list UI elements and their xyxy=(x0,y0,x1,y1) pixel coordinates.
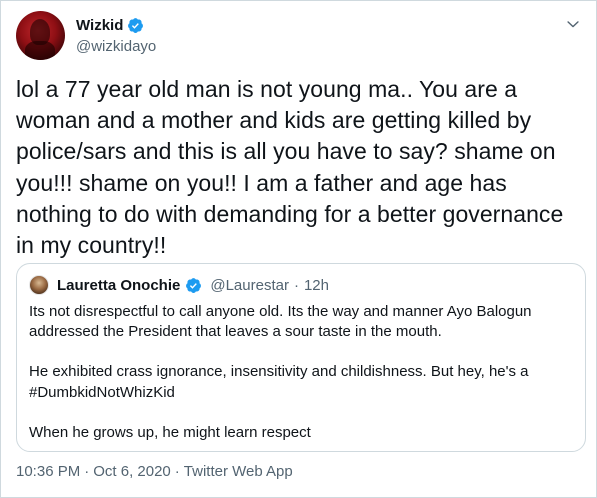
quote-paragraph: He exhibited crass ignorance, insensitiv… xyxy=(29,363,529,401)
quote-handle: @Laurestar xyxy=(210,276,289,294)
quote-header: Lauretta Onochie @Laurestar · 12h xyxy=(29,275,329,295)
tweet-header: Wizkid @wizkidayo xyxy=(16,11,584,63)
quote-display-name: Lauretta Onochie xyxy=(57,276,181,294)
verified-badge-icon xyxy=(185,277,202,294)
display-name[interactable]: Wizkid xyxy=(76,17,123,34)
quote-paragraph: When he grows up, he might learn respect xyxy=(29,423,311,441)
quote-text: Its not disrespectful to call anyone old… xyxy=(29,302,577,443)
tweet-card: Wizkid @wizkidayo lol a 77 year old man … xyxy=(0,0,597,498)
chevron-down-icon[interactable] xyxy=(562,13,584,35)
author-names: Wizkid @wizkidayo xyxy=(76,15,156,56)
quote-paragraph: Its not disrespectful to call anyone old… xyxy=(29,303,532,341)
verified-badge-icon xyxy=(127,17,144,34)
tweet-text: lol a 77 year old man is not young ma.. … xyxy=(16,76,570,259)
handle[interactable]: @wizkidayo xyxy=(76,38,156,55)
tweet-footer: 10:36 PM · Oct 6, 2020 · Twitter Web App xyxy=(16,463,293,480)
tweet-source[interactable]: Twitter Web App xyxy=(184,463,293,480)
avatar[interactable] xyxy=(16,11,65,60)
tweet-date[interactable]: Oct 6, 2020 xyxy=(93,463,171,480)
tweet-time[interactable]: 10:36 PM xyxy=(16,463,80,480)
display-name-row: Wizkid xyxy=(76,15,156,35)
footer-separator: · xyxy=(174,463,180,480)
quote-timestamp: 12h xyxy=(303,276,329,294)
quote-avatar xyxy=(29,275,49,295)
quoted-tweet[interactable]: Lauretta Onochie @Laurestar · 12h Its no… xyxy=(16,263,586,452)
quote-separator: · xyxy=(293,276,299,294)
footer-separator: · xyxy=(84,463,90,480)
